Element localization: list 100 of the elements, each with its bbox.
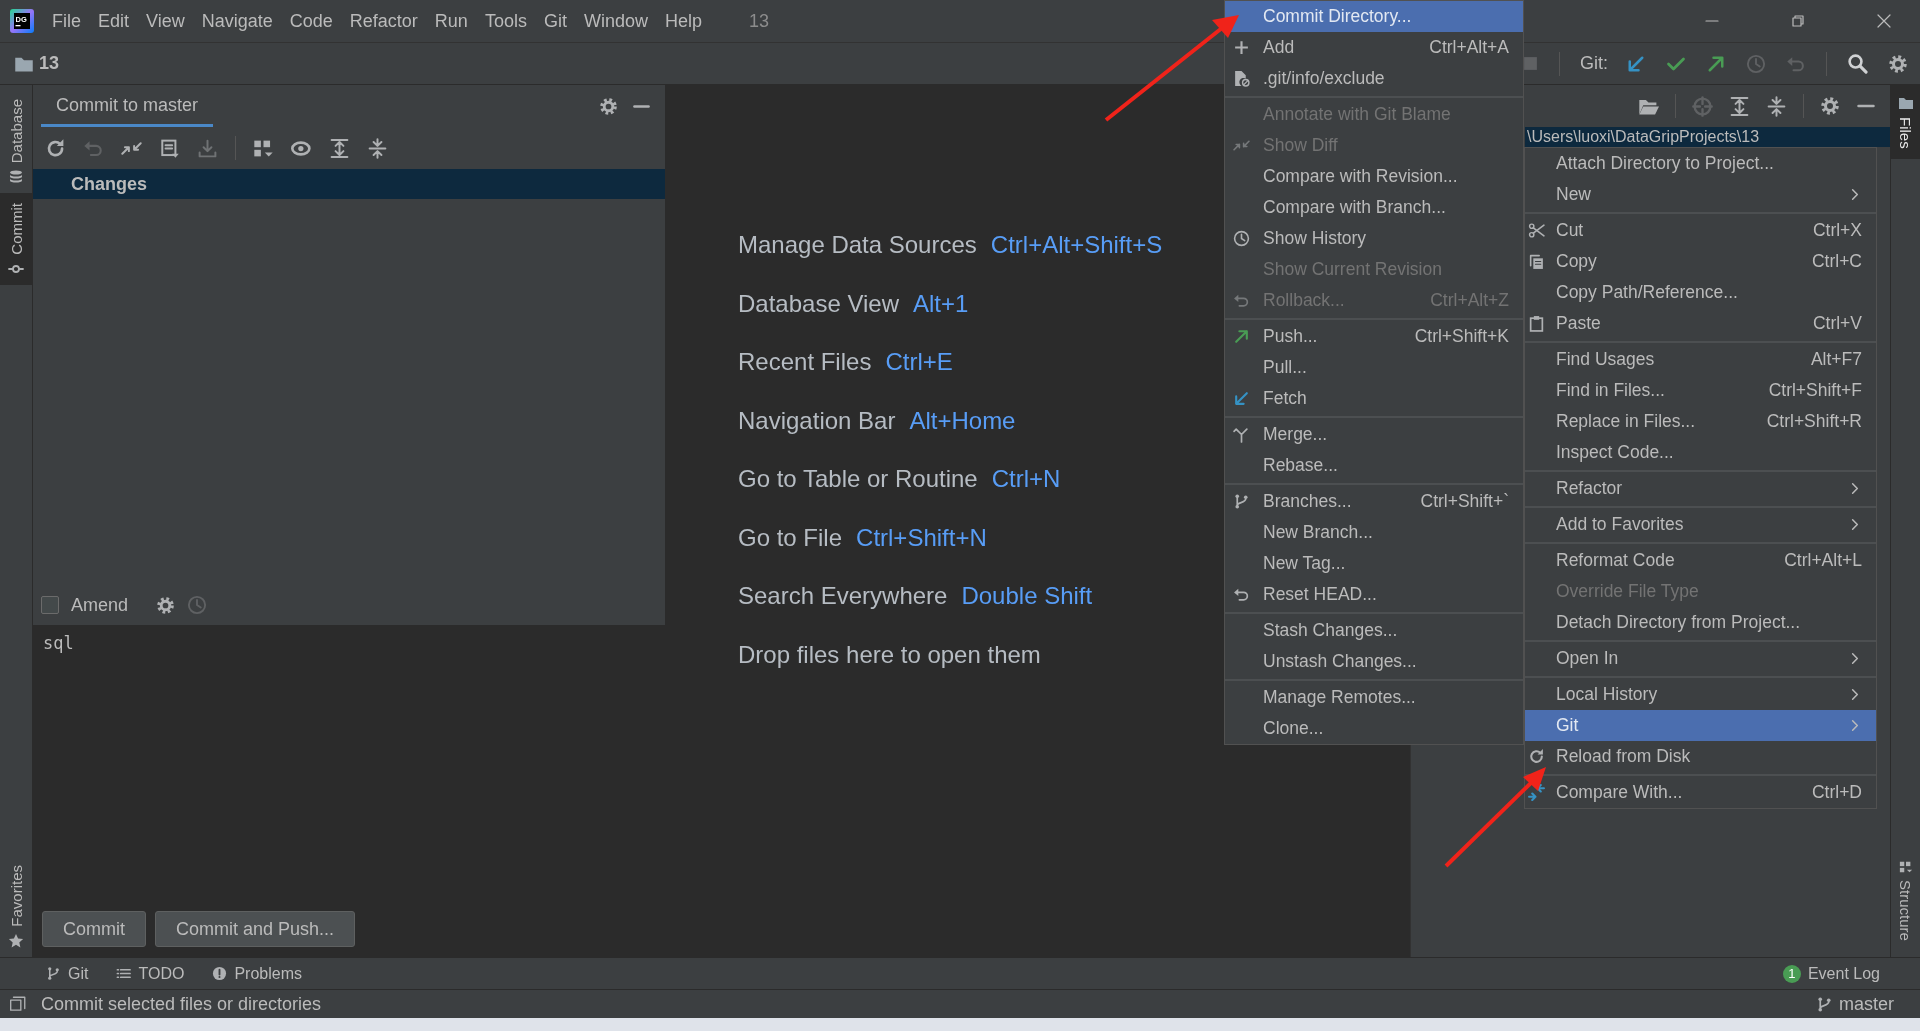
shortcut-label: Ctrl+Shift+R bbox=[1765, 411, 1862, 432]
menu-item[interactable]: Show History bbox=[1225, 223, 1523, 254]
menu-item[interactable]: Refactor bbox=[1525, 473, 1876, 504]
menu-item[interactable]: Commit Directory... bbox=[1225, 1, 1523, 32]
window-icon[interactable] bbox=[9, 995, 27, 1013]
menu-item[interactable]: Copy Path/Reference... bbox=[1525, 277, 1876, 308]
panel-tab[interactable]: Commit to master bbox=[41, 85, 214, 127]
menu-item[interactable]: Copy Ctrl+C bbox=[1525, 246, 1876, 277]
tool-window-tab[interactable]: Database bbox=[0, 85, 32, 194]
branch-widget[interactable]: master bbox=[1816, 993, 1894, 1015]
menu-item[interactable]: Add to Favorites bbox=[1525, 509, 1876, 540]
tool-window-button[interactable]: Problems bbox=[212, 964, 302, 983]
menu-item[interactable]: .git/info/exclude bbox=[1225, 63, 1523, 94]
search-icon[interactable] bbox=[1847, 53, 1868, 74]
tool-window-tab[interactable]: Files bbox=[1891, 85, 1920, 159]
menu-item[interactable]: Inspect Code... bbox=[1525, 437, 1876, 468]
menu-item[interactable]: New bbox=[1525, 179, 1876, 210]
menu-item[interactable]: Replace in Files... Ctrl+Shift+R bbox=[1525, 406, 1876, 437]
arrow-icon[interactable] bbox=[1626, 53, 1646, 74]
checkbox-label[interactable]: Amend bbox=[71, 594, 129, 616]
tree-row[interactable]: \Users\luoxi\DataGripProjects\13 bbox=[1525, 127, 1890, 147]
menu-item[interactable]: Cut Ctrl+X bbox=[1525, 215, 1876, 246]
branch-icon bbox=[46, 966, 61, 981]
collapse-icon[interactable] bbox=[1766, 95, 1787, 117]
menu-item[interactable]: Refactor bbox=[349, 10, 418, 32]
settings-icon[interactable] bbox=[1820, 96, 1840, 116]
menu-item[interactable]: Unstash Changes... bbox=[1225, 646, 1523, 677]
menu-item[interactable]: Git bbox=[543, 10, 567, 32]
restore-icon[interactable] bbox=[1790, 13, 1806, 29]
menu-item[interactable]: Merge... bbox=[1225, 419, 1523, 450]
checkbox[interactable] bbox=[41, 596, 59, 614]
menu-item[interactable]: Compare With... Ctrl+D bbox=[1525, 777, 1876, 808]
menu-item[interactable]: Manage Remotes... bbox=[1225, 682, 1523, 713]
shortcut-text: Ctrl+Shift+N bbox=[856, 523, 987, 553]
tool-window-button[interactable]: TODO bbox=[116, 964, 185, 983]
shortcut-text: Alt+1 bbox=[913, 289, 969, 319]
collapse-icon[interactable] bbox=[367, 137, 388, 159]
menu-item[interactable]: Attach Directory to Project... bbox=[1525, 148, 1876, 179]
menu-item[interactable]: File bbox=[52, 10, 81, 32]
settings-icon[interactable] bbox=[1888, 53, 1908, 74]
tool-window-tab[interactable]: Favorites bbox=[0, 855, 32, 957]
scissors-icon bbox=[1528, 222, 1545, 239]
menu-item[interactable]: Run bbox=[434, 10, 468, 32]
menu-item[interactable]: Pull... bbox=[1225, 352, 1523, 383]
star-icon bbox=[8, 933, 24, 949]
commit-and-push-button[interactable]: Commit and Push... bbox=[155, 911, 356, 947]
menu-item[interactable]: Git bbox=[1525, 710, 1876, 741]
menu-item[interactable]: Fetch bbox=[1225, 383, 1523, 414]
hint-text: Go to File bbox=[738, 523, 843, 553]
menu-item[interactable]: Add Ctrl+Alt+A bbox=[1225, 32, 1523, 63]
menu-item[interactable]: Paste Ctrl+V bbox=[1525, 308, 1876, 339]
menu-item[interactable]: Find Usages Alt+F7 bbox=[1525, 344, 1876, 375]
menu-item[interactable]: Reset HEAD... bbox=[1225, 579, 1523, 610]
shortcut-label: Ctrl+D bbox=[1810, 782, 1862, 803]
branch-icon bbox=[1816, 995, 1833, 1013]
tree-row[interactable]: Changes bbox=[33, 169, 665, 199]
arrows-icon bbox=[1528, 784, 1545, 801]
menu-item[interactable]: View bbox=[146, 10, 185, 32]
shortcut-text: Ctrl+Alt+Shift+S bbox=[990, 231, 1163, 260]
shortcut-label: Ctrl+V bbox=[1811, 313, 1862, 334]
menu-item[interactable]: New Branch... bbox=[1225, 517, 1523, 548]
tool-window-tab[interactable]: Commit bbox=[0, 193, 32, 285]
menu-item[interactable]: Code bbox=[289, 10, 333, 32]
menu-item[interactable]: Find in Files... Ctrl+Shift+F bbox=[1525, 375, 1876, 406]
shortcut-text: Ctrl+E bbox=[885, 348, 953, 377]
settings-icon[interactable] bbox=[156, 595, 176, 615]
menu-item[interactable]: Window bbox=[583, 10, 648, 32]
status-message: Commit selected files or directories bbox=[41, 993, 322, 1015]
breadcrumb[interactable]: 13 bbox=[39, 53, 60, 74]
refresh-icon[interactable] bbox=[45, 137, 66, 159]
menu-item[interactable]: Local History bbox=[1525, 679, 1876, 710]
menu-item[interactable]: Tools bbox=[484, 10, 527, 32]
menu-item[interactable]: Stash Changes... bbox=[1225, 615, 1523, 646]
event-log-button[interactable]: 1 Event Log bbox=[1782, 964, 1880, 983]
menu-item[interactable]: Reformat Code Ctrl+Alt+L bbox=[1525, 545, 1876, 576]
tool-window-button[interactable]: Git bbox=[46, 964, 89, 983]
shortcut-label: Ctrl+Shift+K bbox=[1413, 326, 1509, 347]
menu-item[interactable]: Detach Directory from Project... bbox=[1525, 607, 1876, 638]
menu-item[interactable]: Compare with Branch... bbox=[1225, 192, 1523, 223]
menu-item[interactable]: Rebase... bbox=[1225, 450, 1523, 481]
menu-item[interactable]: New Tag... bbox=[1225, 548, 1523, 579]
menu-item[interactable]: Navigate bbox=[201, 10, 273, 32]
menu-item[interactable]: Clone... bbox=[1225, 713, 1523, 744]
close-icon[interactable] bbox=[1876, 13, 1892, 29]
menu-item[interactable]: Branches... Ctrl+Shift+` bbox=[1225, 486, 1523, 517]
menu-item[interactable]: Compare with Revision... bbox=[1225, 161, 1523, 192]
commit-button[interactable]: Commit bbox=[42, 911, 146, 947]
settings-icon[interactable] bbox=[599, 96, 618, 116]
expand-icon[interactable] bbox=[329, 137, 350, 159]
arrow-icon[interactable] bbox=[1706, 53, 1726, 74]
menu-item[interactable]: Open In bbox=[1525, 643, 1876, 674]
document-icon[interactable] bbox=[159, 137, 180, 159]
commit-message-field[interactable]: sql bbox=[33, 625, 665, 911]
expand-icon[interactable] bbox=[1729, 95, 1750, 117]
menu-item[interactable]: Push... Ctrl+Shift+K bbox=[1225, 321, 1523, 352]
menu-item[interactable]: Reload from Disk bbox=[1525, 741, 1876, 772]
menu-item[interactable]: Edit bbox=[98, 10, 130, 32]
arrow-icon bbox=[1233, 328, 1250, 345]
tool-window-tab[interactable]: Structure bbox=[1891, 850, 1920, 957]
menu-item[interactable]: Help bbox=[664, 10, 702, 32]
